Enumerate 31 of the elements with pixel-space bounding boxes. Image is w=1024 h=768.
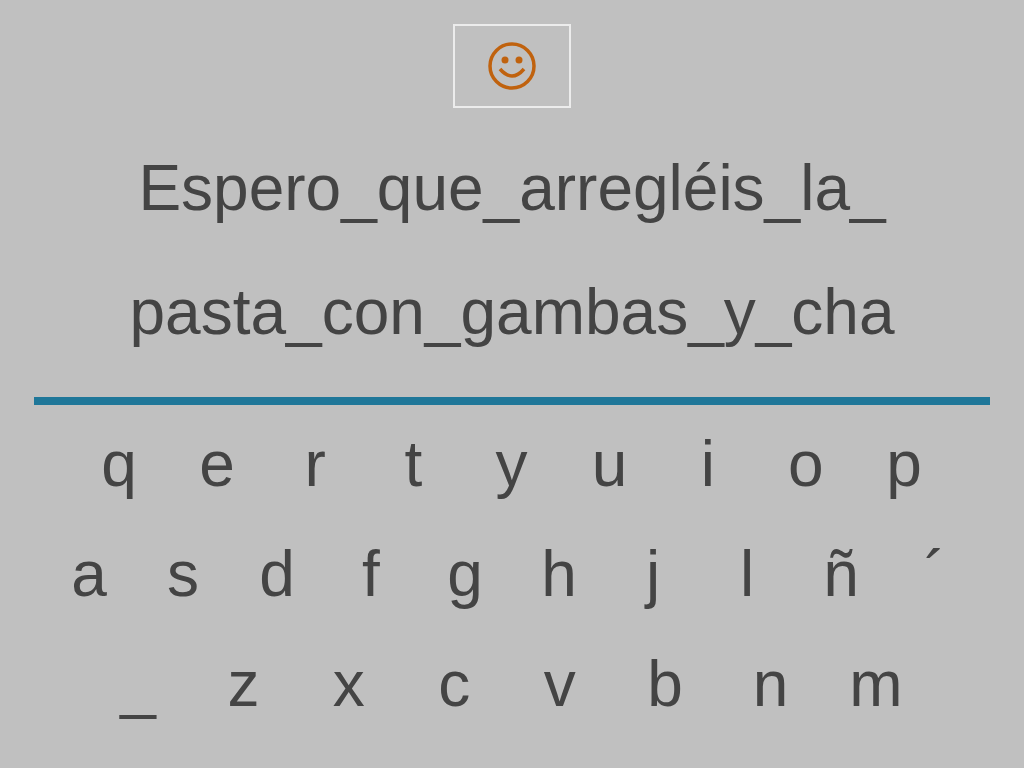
- smiley-icon: [487, 41, 537, 91]
- letter-key[interactable]: c: [424, 644, 485, 724]
- letter-key[interactable]: n: [740, 644, 801, 724]
- smiley-button[interactable]: [453, 24, 571, 108]
- letter-key[interactable]: ñ: [811, 534, 871, 614]
- letter-key[interactable]: h: [529, 534, 589, 614]
- sentence-line: Espero_que_arregléis_la_: [138, 151, 886, 226]
- letter-key[interactable]: i: [677, 424, 738, 504]
- letter-key[interactable]: p: [874, 424, 934, 504]
- sentence-line: pasta_con_gambas_y_cha: [129, 275, 895, 350]
- letter-key[interactable]: x: [318, 644, 379, 724]
- letter-key[interactable]: u: [579, 424, 640, 504]
- letter-key[interactable]: z: [213, 644, 274, 724]
- letter-key[interactable]: f: [341, 534, 401, 614]
- letter-key[interactable]: a: [59, 534, 119, 614]
- letter-key[interactable]: d: [247, 534, 307, 614]
- letter-key[interactable]: e: [187, 424, 248, 504]
- letter-key[interactable]: y: [481, 424, 542, 504]
- letter-key[interactable]: g: [435, 534, 495, 614]
- letter-key[interactable]: b: [635, 644, 696, 724]
- letter-key[interactable]: ´: [905, 534, 965, 614]
- letter-key[interactable]: q: [89, 424, 149, 504]
- letter-key[interactable]: j: [623, 534, 683, 614]
- letter-key[interactable]: o: [775, 424, 836, 504]
- letter-key[interactable]: t: [383, 424, 444, 504]
- letter-key[interactable]: v: [529, 644, 590, 724]
- letter-key[interactable]: s: [153, 534, 213, 614]
- letter-key[interactable]: l: [717, 534, 777, 614]
- letter-key[interactable]: _: [108, 644, 168, 724]
- letter-key[interactable]: m: [845, 644, 906, 724]
- letter-key[interactable]: r: [285, 424, 346, 504]
